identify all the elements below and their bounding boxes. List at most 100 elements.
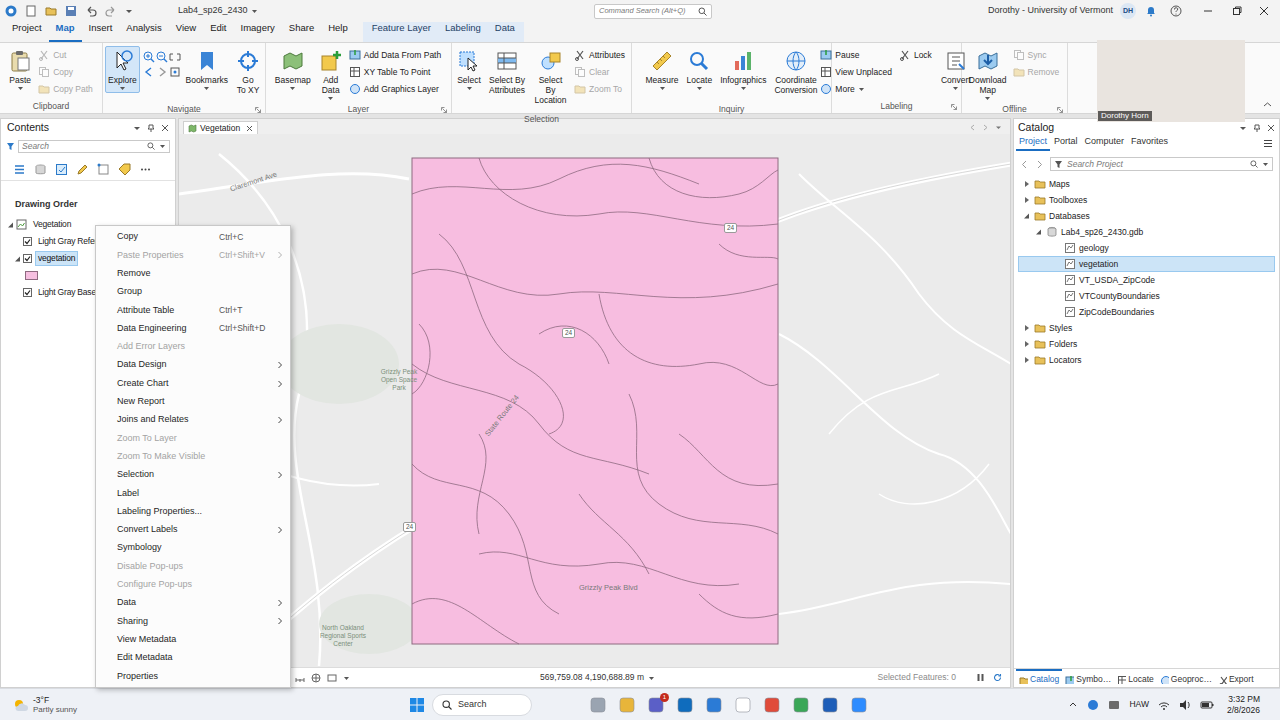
taskbar-app[interactable] — [590, 697, 606, 713]
taskbar-app[interactable] — [706, 697, 722, 713]
menu-item[interactable]: Paste PropertiesCtrl+Shift+V — [96, 246, 290, 264]
expander[interactable] — [14, 238, 22, 246]
close-tab-icon[interactable] — [246, 125, 253, 132]
catalog-item[interactable]: ZipCodeBoundaries — [1018, 304, 1275, 320]
notifications-icon[interactable] — [1145, 5, 1157, 17]
user-avatar[interactable]: DH — [1120, 3, 1136, 19]
selection-icon[interactable] — [55, 163, 68, 176]
search-caret-icon[interactable] — [1262, 160, 1269, 168]
map-canvas[interactable]: Claremont Ave242424State Route 24Grizzly… — [179, 134, 1010, 667]
pane-tab[interactable]: Catalog — [1016, 669, 1062, 687]
catalog-item[interactable]: geology — [1018, 240, 1275, 256]
ribbon-small-tool[interactable]: Cut — [37, 47, 97, 63]
menu-item[interactable]: Attribute TableCtrl+T — [96, 301, 290, 319]
ribbon-small-tool[interactable]: View Unplaced — [819, 64, 896, 80]
ribbon-tool[interactable]: Explore — [105, 46, 140, 93]
visibility-checkbox[interactable] — [23, 254, 32, 263]
expander[interactable] — [14, 289, 22, 297]
tray-app-icon[interactable] — [1108, 699, 1120, 711]
ribbon-tab[interactable]: Data — [488, 12, 522, 42]
weather-widget[interactable]: -3°FPartly sunny — [0, 695, 410, 715]
navigate-tool-icon[interactable] — [169, 51, 181, 63]
expander[interactable] — [1053, 308, 1061, 316]
status-caret-icon[interactable] — [343, 674, 350, 682]
clock[interactable]: 3:32 PM2/8/2026 — [1227, 694, 1260, 716]
data-source-icon[interactable] — [34, 163, 47, 176]
menu-item[interactable]: Create Chart — [96, 374, 290, 392]
scroll-right-icon[interactable] — [982, 124, 989, 131]
pin-icon[interactable] — [147, 124, 155, 132]
catalog-item[interactable]: Styles — [1018, 320, 1275, 336]
taskbar-app[interactable] — [735, 697, 751, 713]
ribbon-tool[interactable]: Download Map — [966, 46, 1010, 103]
menu-item[interactable]: Configure Pop-ups — [96, 576, 290, 594]
pane-tab[interactable]: Export — [1215, 669, 1257, 687]
project-title[interactable]: Lab4_sp26_2430 — [178, 4, 248, 18]
expander[interactable] — [1035, 228, 1043, 236]
pane-tab[interactable]: Locate — [1114, 669, 1157, 687]
taskbar-app[interactable] — [793, 697, 809, 713]
start-icon[interactable] — [410, 698, 424, 712]
ribbon-tab[interactable]: Analysis — [119, 12, 168, 42]
ribbon-tab[interactable]: Insert — [82, 12, 120, 42]
labeling-icon[interactable] — [118, 163, 131, 176]
menu-item[interactable]: Selection — [96, 466, 290, 484]
forward-icon[interactable] — [1035, 160, 1044, 169]
catalog-tab[interactable]: Computer — [1082, 135, 1128, 152]
ribbon-tab[interactable]: Share — [282, 12, 321, 42]
menu-item[interactable]: CopyCtrl+C — [96, 228, 290, 246]
customize-caret-icon[interactable] — [125, 5, 133, 17]
catalog-item[interactable]: Toolboxes — [1018, 192, 1275, 208]
pane-menu-icon[interactable] — [133, 124, 141, 132]
contents-search-input[interactable] — [22, 140, 147, 153]
map-tab[interactable]: Vegetation — [183, 121, 258, 134]
drawing-order-icon[interactable] — [13, 163, 26, 176]
menu-item[interactable]: Convert Labels — [96, 521, 290, 539]
pause-drawing-icon[interactable] — [976, 673, 985, 682]
catalog-tab[interactable]: Favorites — [1128, 135, 1171, 152]
ribbon-tab[interactable]: Edit — [203, 12, 233, 42]
menu-item[interactable]: Disable Pop-ups — [96, 557, 290, 575]
catalog-item[interactable]: Folders — [1018, 336, 1275, 352]
menu-item[interactable]: Remove — [96, 265, 290, 283]
navigate-tool-icon[interactable] — [169, 66, 181, 78]
menu-item[interactable]: Data Design — [96, 356, 290, 374]
ribbon-tool[interactable]: Convert — [938, 46, 974, 93]
undo-icon[interactable] — [85, 5, 97, 17]
ribbon-tab[interactable]: Labeling — [438, 12, 488, 42]
dialog-launcher-icon[interactable] — [255, 107, 261, 113]
ribbon-small-tool[interactable]: Pause — [819, 47, 896, 63]
taskbar-search[interactable]: Search — [432, 694, 532, 716]
ribbon-tool[interactable]: Basemap — [272, 46, 314, 93]
navigate-tool-icon[interactable] — [156, 66, 168, 78]
ribbon-tool[interactable]: Select By Attributes — [486, 46, 528, 103]
scale-icon[interactable] — [295, 673, 305, 683]
ribbon-small-tool[interactable]: XY Table To Point — [348, 64, 445, 80]
navigate-tool-icon[interactable] — [143, 66, 155, 78]
pane-tab[interactable]: Symbo… — [1062, 669, 1114, 687]
expander[interactable] — [1053, 244, 1061, 252]
coordinates-caret-icon[interactable] — [648, 674, 655, 682]
tab-list-icon[interactable] — [995, 124, 1002, 131]
ribbon-tab[interactable]: Feature Layer — [365, 12, 438, 42]
taskbar-app[interactable] — [822, 697, 838, 713]
open-icon[interactable] — [45, 5, 57, 17]
wifi-icon[interactable] — [1158, 699, 1170, 711]
help-icon[interactable] — [1170, 5, 1182, 17]
expander[interactable] — [1023, 196, 1031, 204]
visibility-checkbox[interactable] — [23, 288, 32, 297]
catalog-search[interactable] — [1050, 157, 1273, 171]
menu-item[interactable]: Data EngineeringCtrl+Shift+D — [96, 319, 290, 337]
catalog-tab[interactable]: Project — [1016, 135, 1050, 152]
menu-item[interactable]: New Report — [96, 393, 290, 411]
menu-item[interactable]: Labeling Properties... — [96, 502, 290, 520]
more-icon[interactable] — [139, 163, 152, 176]
catalog-search-input[interactable] — [1067, 158, 1246, 171]
dialog-launcher-icon[interactable] — [1057, 107, 1063, 113]
title-caret-icon[interactable] — [251, 7, 258, 15]
ribbon-tool[interactable]: Select — [454, 46, 484, 93]
menu-item[interactable]: Joins and Relates — [96, 411, 290, 429]
editing-icon[interactable] — [76, 163, 89, 176]
expander[interactable] — [1053, 276, 1061, 284]
ribbon-small-tool[interactable]: Add Data From Path — [348, 47, 445, 63]
